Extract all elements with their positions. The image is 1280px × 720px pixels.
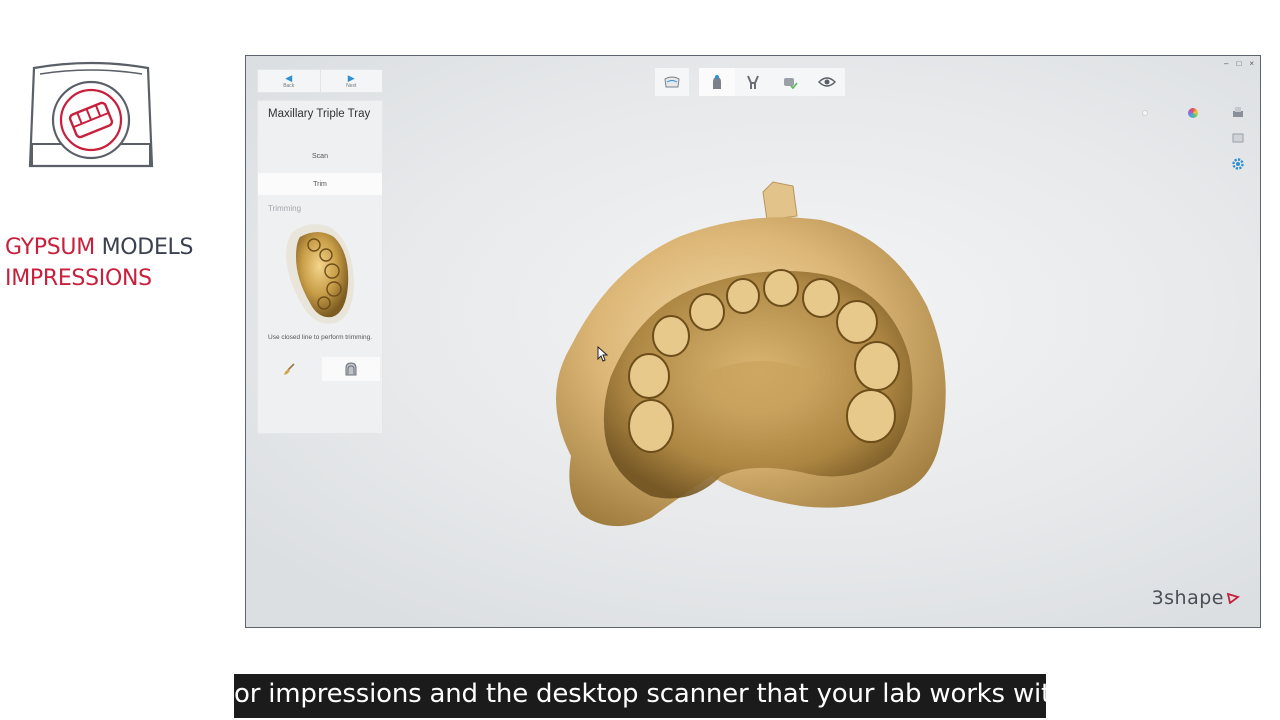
dental-impression-3d-model[interactable] [531, 176, 961, 536]
step-scan[interactable]: Scan [258, 145, 382, 167]
articulator-button[interactable] [734, 68, 772, 96]
wizard-navigation: ◀ Back ▶ Next [257, 69, 383, 93]
top-toolbar [655, 68, 846, 96]
maximize-icon[interactable]: □ [1236, 59, 1241, 68]
video-caption: or impressions and the desktop scanner t… [234, 674, 1076, 718]
print-icon[interactable] [1231, 105, 1245, 119]
view-button[interactable] [808, 68, 846, 96]
tray-icon [664, 76, 680, 88]
right-sidebar-icons [1230, 105, 1246, 171]
step-trim[interactable]: Trim [258, 173, 382, 195]
brush-tool-button[interactable] [260, 357, 318, 381]
trimming-hint: Use closed line to perform trimming. [268, 334, 373, 341]
brand-tagline: GYPSUM MODELS IMPRESSIONS [5, 232, 193, 294]
3shape-triangle-icon [1226, 592, 1240, 604]
articulator-icon [747, 75, 759, 89]
brand-word-impressions: IMPRESSIONS [5, 266, 152, 291]
settings-icon[interactable] [1231, 157, 1245, 171]
window-controls: – □ × [1224, 59, 1254, 68]
arrow-left-icon: ◀ [285, 72, 293, 83]
check-model-icon [783, 78, 798, 90]
scanner-logo-icon [28, 61, 154, 168]
panel-title: Maxillary Triple Tray [268, 108, 371, 120]
brush-icon [284, 363, 295, 375]
arrow-right-icon: ▶ [347, 72, 355, 83]
3shape-logo: 3shape [1152, 587, 1240, 609]
status-dot-icon [1142, 110, 1148, 116]
section-label-trimming: Trimming [268, 204, 302, 213]
jaw-tool-button[interactable] [322, 357, 380, 381]
scanner-app-window: – □ × ◀ Back ▶ Next Maxillary Triple Tra… [245, 55, 1261, 628]
workflow-panel: Maxillary Triple Tray Scan Trim Trimming [257, 100, 383, 434]
back-button[interactable]: ◀ Back [258, 70, 320, 92]
eye-icon [817, 77, 836, 87]
trimming-preview-image [286, 224, 354, 324]
step-trim-label: Trim [313, 180, 327, 188]
jaw-model-icon [345, 362, 357, 376]
brand-word-models: MODELS [101, 235, 194, 260]
next-label: Next [346, 82, 357, 89]
step-scan-label: Scan [312, 152, 328, 160]
color-wheel-icon[interactable] [1188, 108, 1198, 118]
check-model-button[interactable] [771, 68, 809, 96]
view-icon[interactable] [1231, 132, 1245, 144]
minimize-icon[interactable]: – [1224, 59, 1228, 68]
tooth-model-icon [712, 75, 721, 89]
tooth-model-button[interactable] [698, 68, 735, 96]
mouse-cursor-icon [597, 346, 609, 362]
brand-word-gypsum: GYPSUM [5, 235, 95, 260]
next-button[interactable]: ▶ Next [319, 70, 383, 92]
close-icon[interactable]: × [1249, 59, 1254, 68]
back-label: Back [283, 82, 295, 89]
video-frame: GYPSUM MODELS IMPRESSIONS – □ × ◀ Back ▶… [0, 0, 1280, 720]
3shape-logo-text: 3shape [1151, 587, 1224, 609]
tray-button[interactable] [655, 68, 689, 96]
